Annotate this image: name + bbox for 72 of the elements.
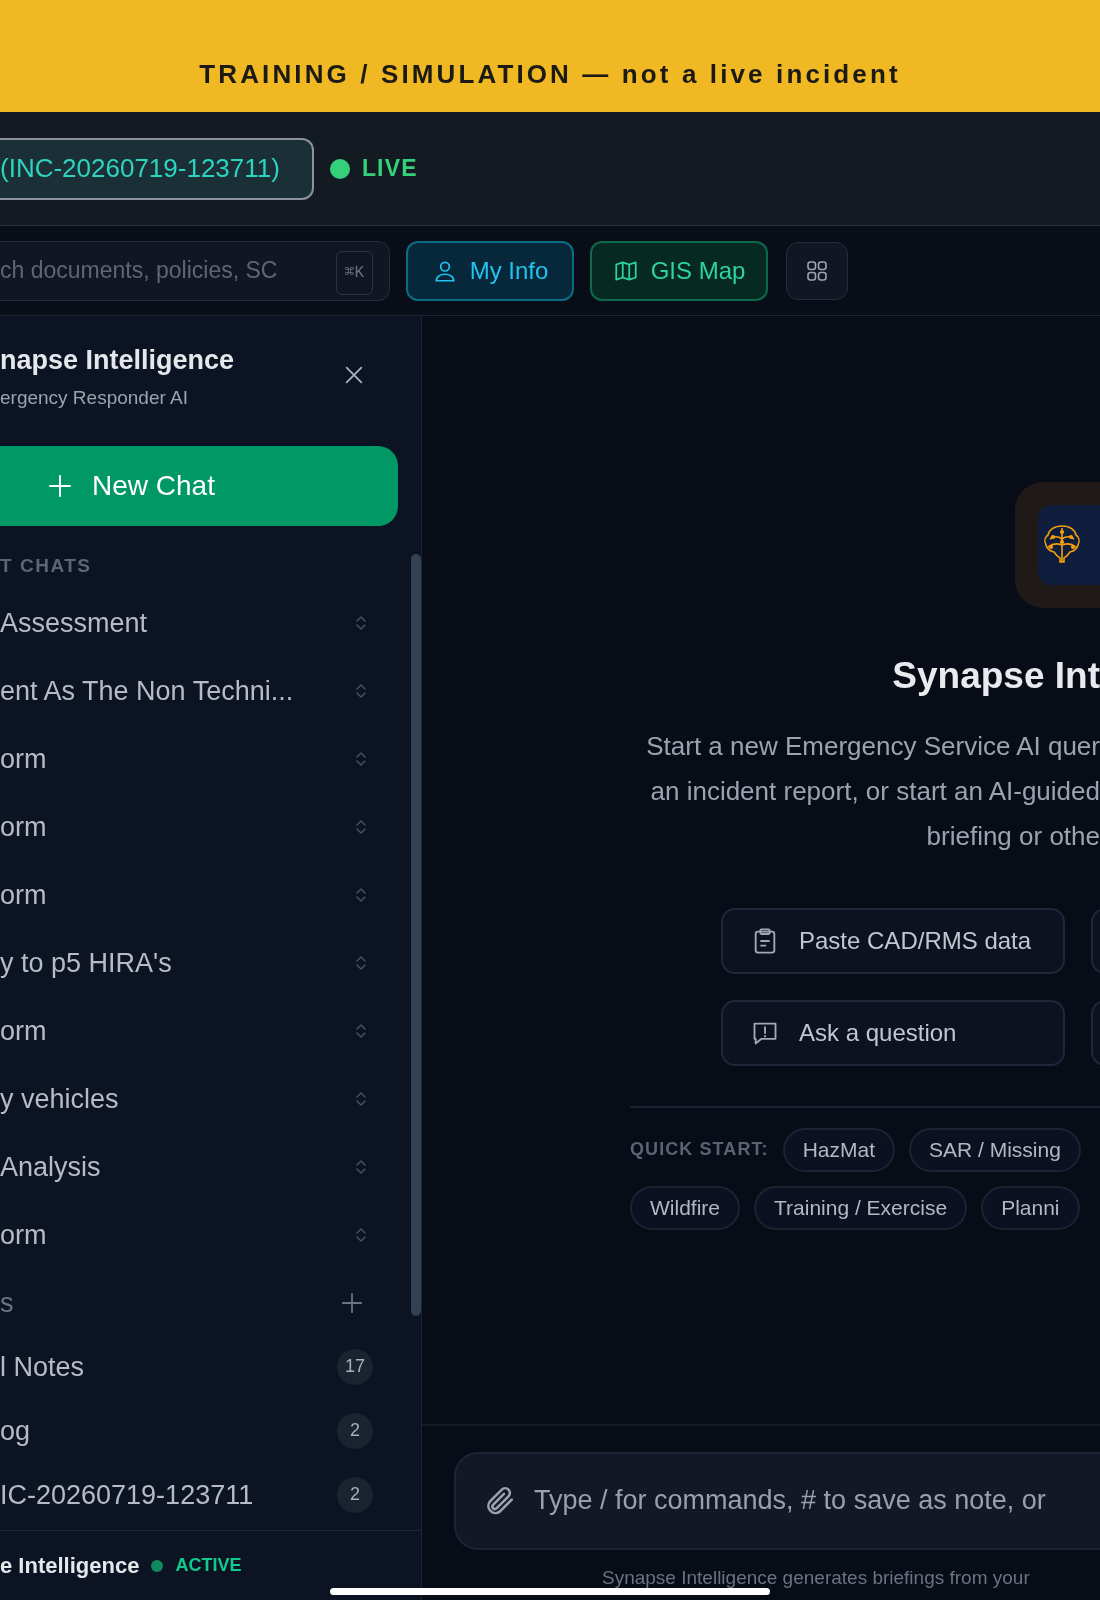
reorder-icon[interactable]: [356, 1226, 366, 1243]
count-badge: 2: [337, 1412, 373, 1449]
grid-icon: [805, 258, 829, 283]
chat-title: orm: [0, 878, 47, 912]
chat-list-item[interactable]: y to p5 HIRA's: [0, 928, 380, 997]
section-header: s: [0, 1286, 14, 1320]
quick-start-chip[interactable]: Training / Exercise: [754, 1185, 968, 1230]
chat-title: Assessment: [0, 606, 148, 640]
sidebar-subtitle: ergency Responder AI: [0, 385, 189, 410]
notes-list-item[interactable]: IC-20260719-123711 2: [0, 1462, 421, 1527]
chat-list-item[interactable]: Analysis: [0, 1132, 380, 1201]
reorder-icon[interactable]: [356, 1090, 366, 1107]
notes-list-item[interactable]: l Notes 17: [0, 1334, 421, 1399]
count-badge: 17: [336, 1348, 373, 1385]
sidebar-title: napse Intelligence: [0, 344, 235, 377]
plus-icon: [341, 1291, 363, 1314]
chat-title: orm: [0, 1014, 47, 1048]
reorder-icon[interactable]: [356, 954, 366, 971]
live-label: LIVE: [361, 154, 418, 184]
plus-icon: [48, 474, 72, 499]
notes-list-item[interactable]: og 2: [0, 1398, 421, 1463]
quick-start-label: QUICK START:: [630, 1138, 769, 1161]
chat-list-item[interactable]: orm: [0, 1200, 380, 1269]
chat-title: ent As The Non Techni...: [0, 674, 294, 708]
chat-list-item[interactable]: ent As The Non Techni...: [0, 656, 380, 725]
reorder-icon[interactable]: [356, 818, 366, 835]
quick-start-chip[interactable]: Wildfire: [630, 1185, 740, 1230]
reorder-icon[interactable]: [356, 750, 366, 767]
chat-list-item[interactable]: orm: [0, 792, 380, 861]
incident-id-badge: (INC-20260719-123711): [0, 137, 314, 200]
toolbar-button[interactable]: GIS Map: [590, 240, 768, 301]
notes-title: og: [0, 1414, 31, 1448]
reorder-icon[interactable]: [356, 682, 366, 699]
reorder-icon[interactable]: [356, 886, 366, 903]
chat-title: y vehicles: [0, 1082, 119, 1116]
reorder-icon[interactable]: [356, 1158, 366, 1175]
notes-title: l Notes: [0, 1350, 85, 1384]
chat-list-item[interactable]: orm: [0, 860, 380, 929]
add-button[interactable]: [341, 1291, 363, 1314]
reorder-icon[interactable]: [356, 614, 366, 631]
notes-title: IC-20260719-123711: [0, 1478, 254, 1512]
quick-start-chip[interactable]: SAR / Missing: [909, 1127, 1081, 1172]
chat-title: orm: [0, 1218, 47, 1252]
chat-title: Analysis: [0, 1150, 101, 1184]
toolbar-button[interactable]: My Info: [406, 240, 574, 301]
chat-title: orm: [0, 810, 47, 844]
chat-title: orm: [0, 742, 47, 776]
app-name: e Intelligence: [0, 1552, 140, 1580]
apps-button[interactable]: [786, 241, 848, 300]
chat-list-item[interactable]: orm: [0, 724, 380, 793]
disclaimer-text: Synapse Intelligence generates briefings from your: [602, 1565, 1031, 1590]
chat-title: y to p5 HIRA's: [0, 946, 172, 980]
quick-start-chip[interactable]: HazMat: [782, 1127, 895, 1172]
banner-text: TRAINING / SIMULATION — not a live incident: [199, 58, 901, 91]
close-button[interactable]: [343, 364, 365, 386]
section-header: T CHATS: [0, 554, 93, 579]
reorder-icon[interactable]: [356, 1022, 366, 1039]
message-input[interactable]: Type / for commands, # to save as note, or: [454, 1451, 1100, 1550]
shortcut-key: ⌘K: [335, 250, 373, 295]
chat-list-item[interactable]: Assessment: [0, 588, 380, 657]
count-badge: 2: [337, 1476, 373, 1513]
chat-list-item[interactable]: y vehicles: [0, 1064, 380, 1133]
chat-list-item[interactable]: orm: [0, 996, 380, 1065]
action-button[interactable]: Ask a question: [721, 999, 1065, 1066]
quick-start-chip[interactable]: Planni: [981, 1185, 1080, 1230]
scrollbar[interactable]: [411, 554, 421, 1316]
close-icon: [343, 364, 365, 386]
welcome-description: Start a new Emergency Service AI quer an incident report, or start an AI-guided briefing or othe: [646, 729, 1100, 853]
new-chat-button[interactable]: New Chat: [0, 446, 398, 527]
welcome-title: Synapse Int: [892, 654, 1100, 698]
status-label: ACTIVE: [175, 1554, 242, 1577]
action-button[interactable]: Paste CAD/RMS data: [721, 907, 1065, 974]
